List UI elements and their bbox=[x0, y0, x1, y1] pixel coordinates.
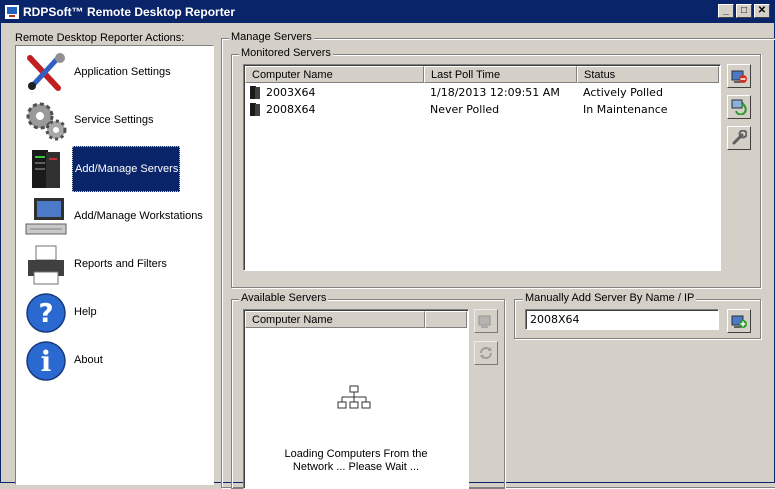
server-add-icon bbox=[731, 315, 747, 328]
minimize-button[interactable]: _ bbox=[718, 4, 734, 18]
server-add-icon bbox=[478, 315, 491, 328]
cell-computer-name: 2003X64 bbox=[266, 86, 316, 99]
server-name-input[interactable]: 2008X64 bbox=[525, 309, 719, 330]
title-bar[interactable]: RDPSoft™ Remote Desktop Reporter _ □ ✕ bbox=[1, 1, 774, 23]
cell-status: In Maintenance bbox=[583, 103, 668, 116]
action-label: Help bbox=[74, 306, 97, 318]
action-label: Add/Manage Workstations bbox=[74, 210, 203, 222]
workstation-icon bbox=[25, 198, 67, 235]
maximize-button[interactable]: □ bbox=[736, 4, 752, 18]
action-help[interactable]: ? Help bbox=[20, 290, 210, 336]
server-icon bbox=[250, 86, 260, 99]
wrench-icon bbox=[732, 130, 747, 145]
tools-icon bbox=[27, 53, 65, 91]
action-label: Add/Manage Servers bbox=[72, 146, 180, 192]
server-refresh-icon bbox=[731, 99, 747, 115]
table-row[interactable]: 2003X64 1/18/2013 12:09:51 AM Actively P… bbox=[250, 85, 718, 101]
actions-panel: Application Settings Service Settings Ad… bbox=[15, 45, 214, 485]
info-icon: i bbox=[26, 341, 66, 381]
action-label: About bbox=[74, 354, 103, 366]
manual-add-title: Manually Add Server By Name / IP bbox=[523, 292, 697, 304]
action-add-manage-servers[interactable]: Add/Manage Servers bbox=[20, 146, 210, 192]
action-reports-and-filters[interactable]: Reports and Filters bbox=[20, 242, 210, 288]
column-spacer bbox=[425, 311, 467, 328]
cell-status: Actively Polled bbox=[583, 86, 663, 99]
loading-line-1: Loading Computers From the bbox=[284, 448, 428, 460]
printer-icon bbox=[28, 245, 64, 285]
help-icon: ? bbox=[26, 293, 66, 333]
gears-icon bbox=[26, 102, 67, 141]
column-computer-name[interactable]: Computer Name bbox=[245, 311, 425, 328]
remove-server-button[interactable] bbox=[727, 64, 751, 88]
add-available-server-button[interactable] bbox=[474, 309, 498, 333]
manage-servers-title: Manage Servers bbox=[229, 31, 314, 43]
network-icon bbox=[337, 385, 371, 409]
cell-last-poll-time: Never Polled bbox=[430, 103, 500, 116]
cell-computer-name: 2008X64 bbox=[266, 103, 316, 116]
action-label: Service Settings bbox=[74, 114, 154, 126]
column-computer-name[interactable]: Computer Name bbox=[245, 66, 424, 83]
table-row[interactable]: 2008X64 Never Polled In Maintenance bbox=[250, 102, 718, 118]
loading-message: Loading Computers From the Network ... P… bbox=[244, 448, 468, 474]
refresh-icon bbox=[480, 347, 492, 359]
action-about[interactable]: i About bbox=[20, 338, 210, 384]
monitored-servers-list[interactable]: Computer Name Last Poll Time Status 2003… bbox=[243, 64, 721, 271]
action-label: Application Settings bbox=[74, 66, 171, 78]
server-settings-button[interactable] bbox=[727, 126, 751, 150]
manual-add-server-button[interactable] bbox=[727, 309, 751, 333]
list-header: Computer Name Last Poll Time Status bbox=[245, 66, 719, 83]
svg-text:?: ? bbox=[38, 299, 53, 329]
available-servers-list[interactable]: Computer Name Loading Computers From the… bbox=[243, 309, 469, 489]
window-title: RDPSoft™ Remote Desktop Reporter bbox=[23, 5, 236, 19]
actions-label: Remote Desktop Reporter Actions: bbox=[15, 32, 185, 44]
app-logo-icon bbox=[5, 5, 19, 19]
server-icon bbox=[250, 103, 260, 116]
close-button[interactable]: ✕ bbox=[754, 4, 770, 18]
loading-line-2: Network ... Please Wait ... bbox=[292, 461, 420, 473]
action-application-settings[interactable]: Application Settings bbox=[20, 50, 210, 96]
available-servers-title: Available Servers bbox=[239, 292, 329, 304]
action-service-settings[interactable]: Service Settings bbox=[20, 98, 210, 144]
list-header: Computer Name bbox=[245, 311, 467, 328]
refresh-available-button[interactable] bbox=[474, 341, 498, 365]
action-label: Reports and Filters bbox=[74, 258, 167, 270]
server-remove-icon bbox=[731, 70, 747, 83]
column-status[interactable]: Status bbox=[577, 66, 719, 83]
cell-last-poll-time: 1/18/2013 12:09:51 AM bbox=[430, 86, 560, 99]
monitored-servers-title: Monitored Servers bbox=[239, 47, 333, 59]
column-last-poll-time[interactable]: Last Poll Time bbox=[424, 66, 577, 83]
refresh-servers-button[interactable] bbox=[727, 95, 751, 119]
app-window: RDPSoft™ Remote Desktop Reporter _ □ ✕ R… bbox=[0, 0, 775, 489]
svg-text:i: i bbox=[41, 345, 52, 378]
action-add-manage-workstations[interactable]: Add/Manage Workstations bbox=[20, 194, 210, 240]
server-icon bbox=[32, 150, 60, 188]
